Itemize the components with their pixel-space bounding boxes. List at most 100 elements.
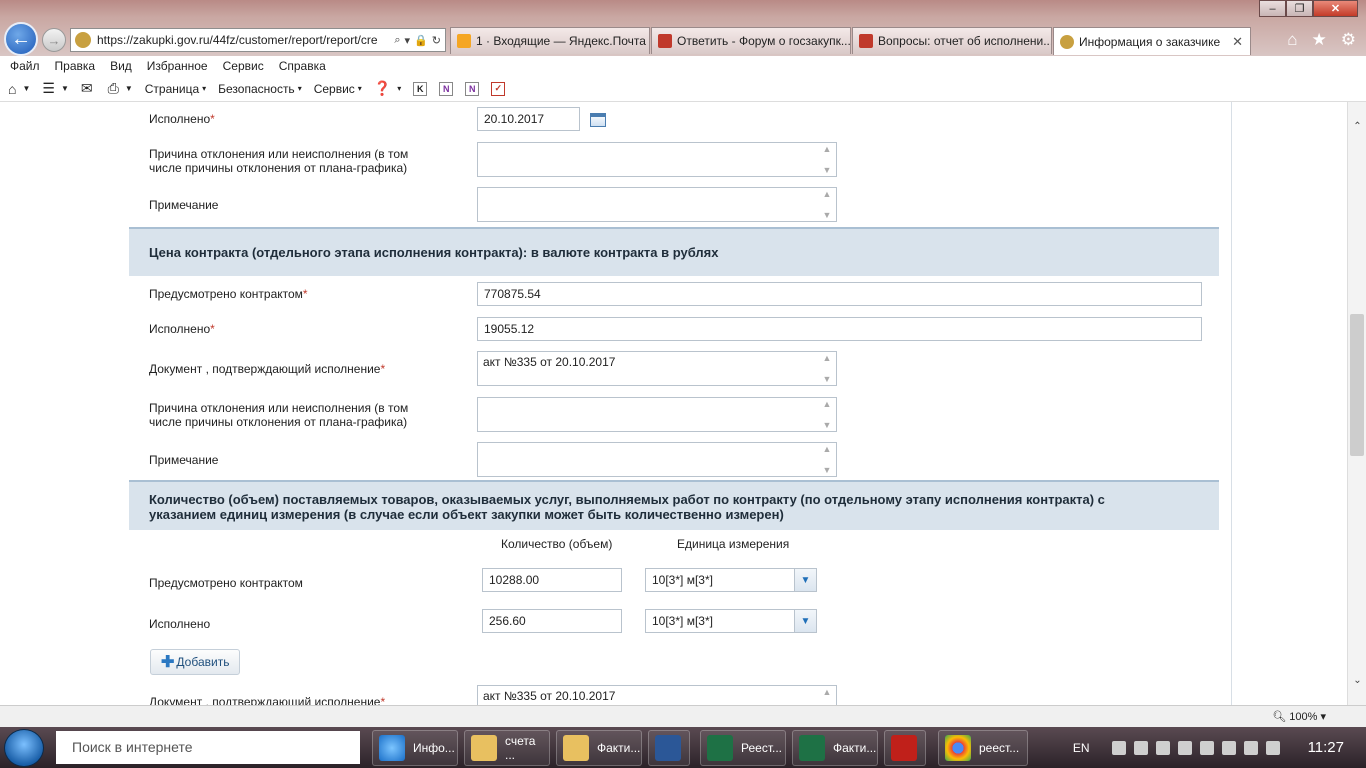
settings-gear-icon[interactable]: ⚙ bbox=[1341, 30, 1356, 50]
confirming-document-textarea[interactable]: акт №335 от 20.10.2017 ▲▼ bbox=[477, 685, 837, 705]
dropdown-icon[interactable]: ▾ bbox=[405, 34, 411, 47]
printer-tray-icon[interactable] bbox=[1133, 740, 1148, 755]
executed-date-input[interactable]: 20.10.2017 bbox=[477, 107, 580, 131]
page-scrollbar[interactable]: ⌃ ⌄ bbox=[1347, 102, 1366, 705]
close-tab-icon[interactable]: ✕ bbox=[1232, 34, 1243, 50]
flag-tray-icon[interactable] bbox=[1177, 740, 1192, 755]
page-menu[interactable]: Страница ▾ bbox=[145, 82, 206, 96]
textarea-scrollbar[interactable]: ▲▼ bbox=[819, 444, 835, 475]
taskbar-item-label: Инфо... bbox=[413, 741, 455, 755]
language-indicator[interactable]: EN bbox=[1073, 741, 1090, 755]
chevron-down-icon[interactable]: ▼ bbox=[794, 569, 816, 591]
note-textarea[interactable]: ▲ ▼ bbox=[477, 187, 837, 222]
mail-command[interactable]: ✉ bbox=[81, 80, 96, 97]
taskbar: Поиск в интернете Инфо... счета ... Факт… bbox=[0, 727, 1366, 768]
clock[interactable]: 11:27 bbox=[1308, 739, 1344, 756]
forward-button[interactable]: → bbox=[42, 28, 66, 52]
chrome-icon bbox=[945, 735, 971, 761]
menu-help[interactable]: Справка bbox=[279, 59, 326, 73]
scroll-down-icon[interactable]: ⌄ bbox=[1348, 672, 1366, 689]
column-header-unit: Единица измерения bbox=[677, 537, 790, 551]
confirming-document-textarea[interactable]: акт №335 от 20.10.2017 ▲▼ bbox=[477, 351, 837, 386]
security-menu[interactable]: Безопасность ▾ bbox=[218, 82, 302, 96]
textarea-scrollbar[interactable]: ▲▼ bbox=[819, 353, 835, 384]
zoom-control[interactable]: 🔍︎ 100% ▾ bbox=[1272, 710, 1326, 723]
deviation-reason-textarea[interactable]: ▲ ▼ bbox=[477, 397, 837, 432]
back-button[interactable]: ← bbox=[4, 22, 38, 56]
taskbar-item-folder[interactable]: Факти... bbox=[556, 730, 642, 766]
k-addon[interactable]: K bbox=[413, 81, 428, 96]
note-textarea[interactable]: ▲ ▼ bbox=[477, 442, 837, 477]
red-addon[interactable]: ✓ bbox=[491, 81, 506, 96]
taskbar-item-label: Факти... bbox=[833, 741, 877, 755]
scroll-up-icon[interactable]: ⌃ bbox=[1348, 118, 1366, 135]
network-tray-icon[interactable] bbox=[1221, 740, 1236, 755]
taskbar-item-folder[interactable]: счета ... bbox=[464, 730, 550, 766]
chevron-down-icon[interactable]: ▼ bbox=[794, 610, 816, 632]
unit-executed-select[interactable]: 10[3*] м[3*] ▼ bbox=[645, 609, 817, 633]
taskbar-item-excel[interactable]: Реест... bbox=[700, 730, 786, 766]
minimize-button[interactable]: – bbox=[1259, 0, 1286, 17]
quantity-executed-input[interactable]: 256.60 bbox=[482, 609, 622, 633]
taskbar-item-ie[interactable]: Инфо... bbox=[372, 730, 458, 766]
tab-questions[interactable]: Вопросы: отчет об исполнени... bbox=[852, 27, 1052, 54]
field-label: Причина отклонения или неисполнения (в т… bbox=[149, 147, 408, 175]
textarea-scrollbar[interactable]: ▲▼ bbox=[819, 687, 835, 705]
tab-customer-info[interactable]: Информация о заказчике ✕ bbox=[1053, 27, 1251, 55]
security-tray-icon[interactable] bbox=[1111, 740, 1126, 755]
required-marker: * bbox=[302, 287, 308, 301]
onenote-addon[interactable]: N bbox=[439, 81, 454, 96]
home-icon[interactable]: ⌂ bbox=[1287, 30, 1297, 50]
help-command[interactable]: ❓ ▾ bbox=[374, 80, 401, 97]
section-header-price: Цена контракта (отдельного этапа исполне… bbox=[129, 227, 1219, 276]
taskbar-search-input[interactable]: Поиск в интернете bbox=[56, 731, 360, 764]
section-header-quantity: Количество (объем) поставляемых товаров,… bbox=[129, 480, 1219, 530]
home-command[interactable]: ⌂ ▼ bbox=[8, 81, 30, 97]
taskbar-item-excel[interactable]: Факти... bbox=[792, 730, 878, 766]
field-label: Предусмотрено контрактом* bbox=[149, 287, 308, 301]
refresh-icon[interactable]: ↻ bbox=[432, 34, 441, 47]
quantity-planned-input[interactable]: 10288.00 bbox=[482, 568, 622, 592]
deviation-reason-textarea[interactable]: ▲ ▼ bbox=[477, 142, 837, 177]
search-icon[interactable]: ⌕ bbox=[394, 34, 400, 47]
security-menu-label: Безопасность bbox=[218, 81, 295, 96]
unit-planned-select[interactable]: 10[3*] м[3*] ▼ bbox=[645, 568, 817, 592]
menu-view[interactable]: Вид bbox=[110, 59, 132, 73]
onenote-icon: N bbox=[439, 81, 454, 96]
calendar-icon[interactable] bbox=[590, 113, 606, 127]
start-button[interactable] bbox=[4, 729, 44, 767]
close-window-button[interactable]: ✕ bbox=[1313, 0, 1358, 17]
price-executed-input[interactable]: 19055.12 bbox=[477, 317, 1202, 341]
menu-file[interactable]: Файл bbox=[10, 59, 40, 73]
address-url[interactable]: https://zakupki.gov.ru/44fz/customer/rep… bbox=[97, 33, 390, 47]
menu-edit[interactable]: Правка bbox=[55, 59, 96, 73]
taskbar-item-word[interactable] bbox=[648, 730, 690, 766]
address-bar[interactable]: https://zakupki.gov.ru/44fz/customer/rep… bbox=[70, 28, 446, 52]
label-text: Документ , подтверждающий исполнение bbox=[149, 695, 381, 705]
volume-tray-icon[interactable] bbox=[1243, 740, 1258, 755]
menu-tools[interactable]: Сервис bbox=[223, 59, 264, 73]
device-tray-icon[interactable] bbox=[1265, 740, 1280, 755]
favorites-star-icon[interactable]: ★ bbox=[1312, 30, 1327, 50]
taskbar-item-acrobat[interactable] bbox=[884, 730, 926, 766]
menu-favorites[interactable]: Избранное bbox=[147, 59, 208, 73]
add-button[interactable]: ✚ Добавить bbox=[150, 649, 241, 675]
tab-forum[interactable]: Ответить - Форум о госзакупк... bbox=[651, 27, 851, 54]
onenote-addon-2[interactable]: N bbox=[465, 81, 480, 96]
check-tray-icon[interactable] bbox=[1155, 740, 1170, 755]
feeds-command[interactable]: ☰ ▼ bbox=[42, 80, 68, 97]
tab-mail[interactable]: 1 · Входящие — Яндекс.Почта bbox=[450, 27, 650, 54]
print-command[interactable]: ⎙ ▼ bbox=[108, 80, 133, 97]
taskbar-item-chrome[interactable]: реест... bbox=[938, 730, 1028, 766]
printer-tray-icon[interactable] bbox=[1199, 740, 1214, 755]
textarea-scrollbar[interactable]: ▲▼ bbox=[819, 189, 835, 220]
system-tray: EN 11:27 bbox=[1073, 727, 1360, 768]
textarea-scrollbar[interactable]: ▲▼ bbox=[819, 144, 835, 175]
maximize-button[interactable]: ❐ bbox=[1286, 0, 1313, 17]
scrollbar-thumb[interactable] bbox=[1350, 314, 1364, 456]
lock-icon[interactable]: 🔒 bbox=[414, 34, 428, 47]
service-menu[interactable]: Сервис ▾ bbox=[314, 82, 362, 96]
price-planned-input[interactable]: 770875.54 bbox=[477, 282, 1202, 306]
textarea-scrollbar[interactable]: ▲▼ bbox=[819, 399, 835, 430]
report-form: Исполнено* 20.10.2017 Причина отклонения… bbox=[129, 102, 1232, 705]
